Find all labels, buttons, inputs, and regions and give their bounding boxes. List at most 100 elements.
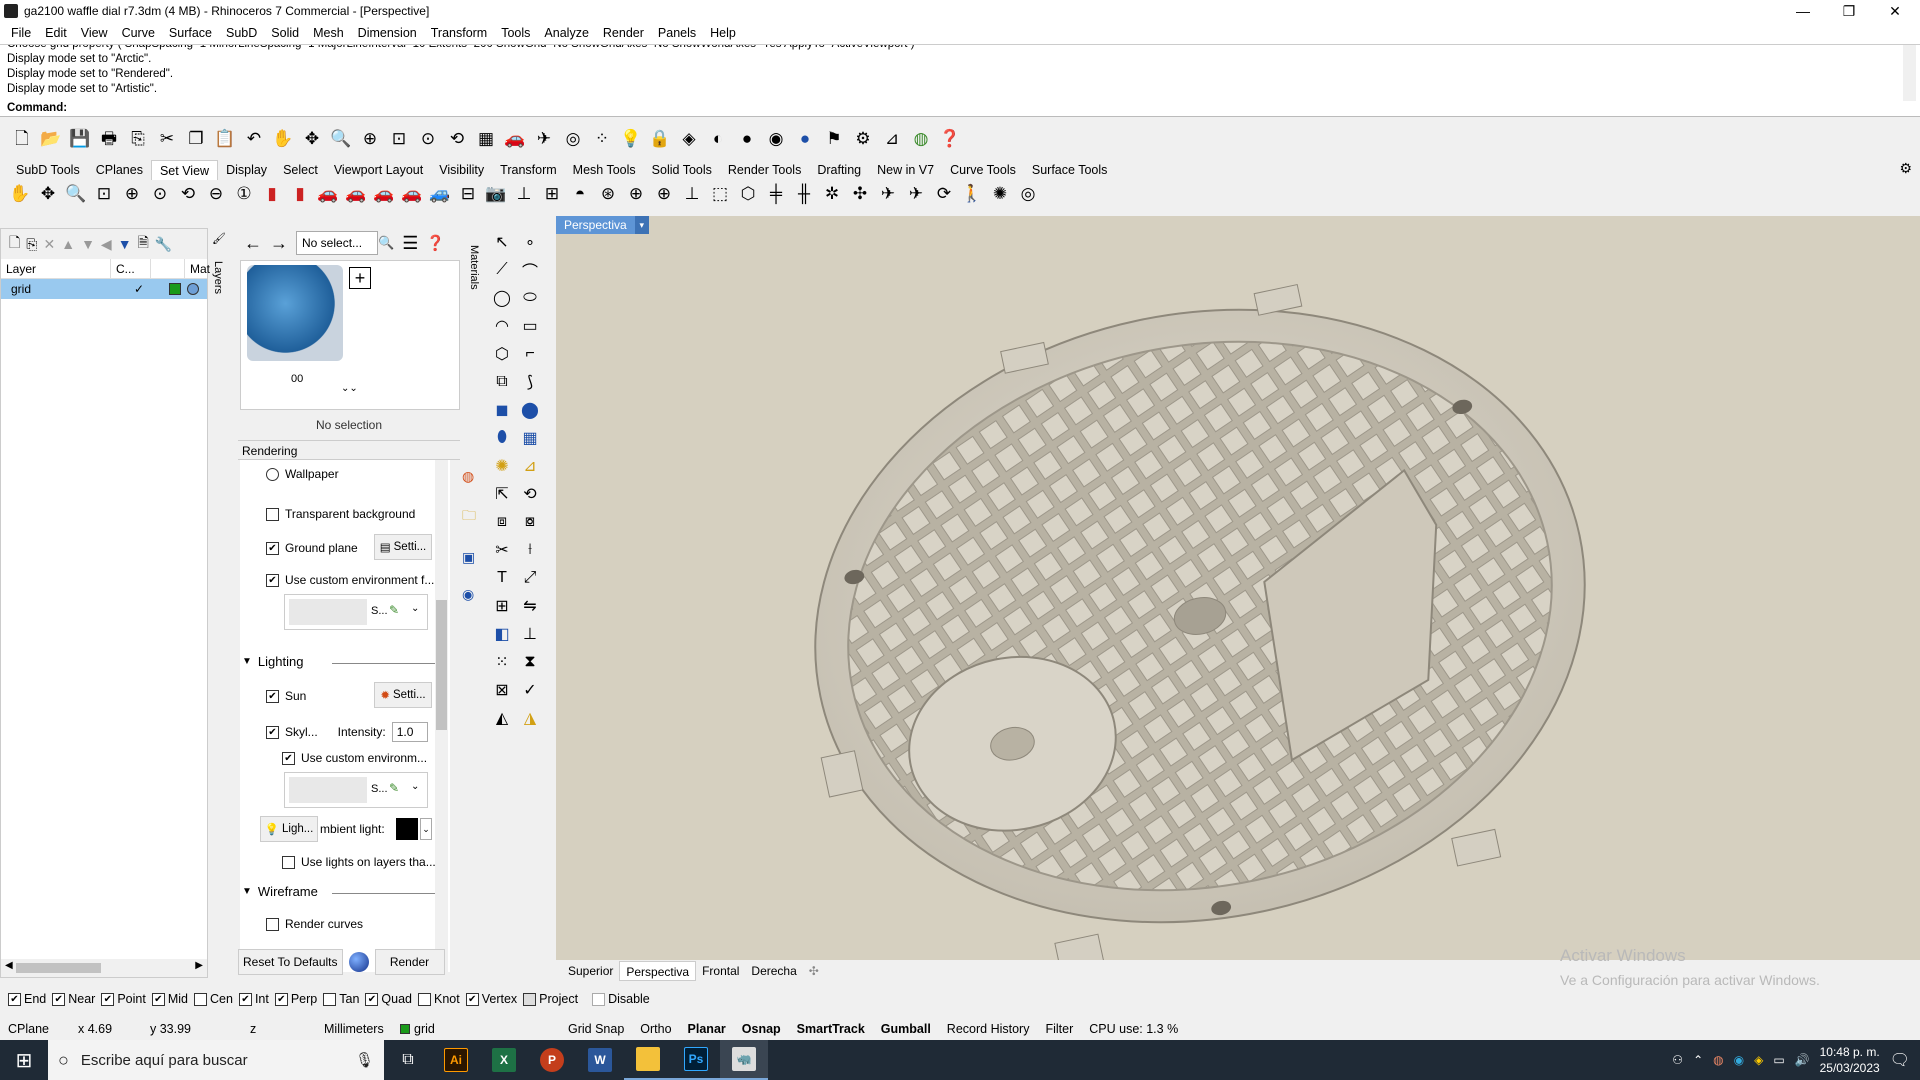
edit-pencil-icon[interactable]: ✎ bbox=[389, 603, 399, 617]
print-icon[interactable]: 🖶 bbox=[97, 126, 121, 150]
zoom-extents-icon[interactable]: ⊡ bbox=[92, 181, 116, 205]
zoom-out-icon[interactable]: ⊖ bbox=[204, 181, 228, 205]
box-icon[interactable]: ◼ bbox=[488, 396, 516, 424]
transparent-bg-checkbox[interactable] bbox=[266, 507, 279, 521]
tab-select[interactable]: Select bbox=[275, 160, 326, 180]
environment-icon[interactable]: ▣ bbox=[462, 549, 476, 566]
points-icon[interactable]: ⁘ bbox=[590, 126, 614, 150]
loft-icon[interactable]: ⟆ bbox=[516, 368, 544, 396]
car-icon[interactable]: 🚗 bbox=[503, 126, 527, 150]
osnap-near[interactable]: ✔ Near bbox=[52, 992, 95, 1006]
use-custom-env-checkbox[interactable]: ✔ bbox=[282, 751, 295, 765]
tab-perspectiva[interactable]: Perspectiva bbox=[619, 961, 697, 981]
properties-icon[interactable]: ⊠ bbox=[488, 676, 516, 704]
move-left-icon[interactable]: ◀ bbox=[101, 236, 112, 253]
tab-transform[interactable]: Transform bbox=[492, 160, 565, 180]
circle-icon[interactable]: ◯ bbox=[488, 284, 516, 312]
custom-env-option[interactable]: ✔ Use custom environment f... bbox=[266, 570, 434, 590]
solid-edit-icon[interactable]: ◧ bbox=[488, 620, 516, 648]
wallpaper-radio[interactable] bbox=[266, 467, 279, 481]
menu-view[interactable]: View bbox=[74, 26, 115, 40]
osnap-toggle[interactable]: Osnap bbox=[734, 1022, 789, 1036]
collapse-chevron-icon[interactable]: ▼ bbox=[242, 886, 252, 897]
column-layer[interactable]: Layer bbox=[1, 259, 111, 278]
pan-icon[interactable]: ✋ bbox=[8, 181, 32, 205]
lights-on-layers-option[interactable]: Use lights on layers tha... bbox=[282, 852, 436, 872]
tab-render-tools[interactable]: Render Tools bbox=[720, 160, 809, 180]
align-icon[interactable]: ╪ bbox=[764, 181, 788, 205]
current-check-icon[interactable]: ✓ bbox=[111, 282, 167, 296]
rendered-sphere-icon[interactable]: ◉ bbox=[764, 126, 788, 150]
lens-icon[interactable]: ◓ bbox=[568, 181, 592, 205]
osnap-int[interactable]: ✔ Int bbox=[238, 992, 269, 1006]
column-current[interactable]: C... bbox=[111, 259, 151, 278]
render-icon[interactable]: ◭ bbox=[488, 704, 516, 732]
ground-plane-checkbox[interactable]: ✔ bbox=[266, 541, 279, 555]
back-car-icon[interactable]: 🚗 bbox=[400, 181, 424, 205]
excel-app-icon[interactable]: X bbox=[480, 1040, 528, 1080]
tab-drafting[interactable]: Drafting bbox=[809, 160, 869, 180]
ground-plane-settings-button[interactable]: ▤ Setti... bbox=[374, 534, 432, 560]
arc-icon[interactable]: ◠ bbox=[488, 312, 516, 340]
osnap-tan[interactable]: Tan bbox=[323, 992, 359, 1006]
layer-row[interactable]: grid ✓ bbox=[1, 279, 207, 299]
color-wheel-icon[interactable]: ◍ bbox=[462, 468, 476, 485]
paste-icon[interactable]: 📋 bbox=[213, 126, 237, 150]
perspective-viewport[interactable]: Perspectiva ▾ bbox=[556, 216, 1920, 960]
target-icon[interactable]: ◎ bbox=[561, 126, 585, 150]
walk-icon[interactable]: 🚶 bbox=[960, 181, 984, 205]
menu-edit[interactable]: Edit bbox=[38, 26, 74, 40]
array-icon[interactable]: ⊞ bbox=[488, 592, 516, 620]
sun-icon[interactable]: ✺ bbox=[988, 181, 1012, 205]
menu-panels[interactable]: Panels bbox=[651, 26, 703, 40]
crosshair-2-icon[interactable]: ⊕ bbox=[652, 181, 676, 205]
menu-icon[interactable]: ☰ bbox=[402, 233, 418, 254]
illustrator-app-icon[interactable]: Ai bbox=[432, 1040, 480, 1080]
edit-pencil-icon[interactable]: ✎ bbox=[389, 781, 399, 795]
sun-settings-button[interactable]: ✹ Setti... bbox=[374, 682, 432, 708]
osnap-vertex[interactable]: ✔ Vertex bbox=[465, 992, 517, 1006]
walkabout-icon[interactable]: ⊛ bbox=[596, 181, 620, 205]
osnap-disable[interactable]: Disable bbox=[592, 992, 650, 1006]
fly-2-icon[interactable]: ✈ bbox=[904, 181, 928, 205]
check-icon[interactable]: ✓ bbox=[516, 676, 544, 704]
dimension-icon[interactable]: ⊿ bbox=[516, 452, 544, 480]
filter-icon[interactable]: ▼ bbox=[118, 236, 132, 252]
ellipse-icon[interactable]: ⬭ bbox=[516, 284, 544, 312]
gumball-toggle[interactable]: Gumball bbox=[873, 1022, 939, 1036]
ortho-toggle[interactable]: Ortho bbox=[632, 1022, 679, 1036]
new-layer-icon[interactable]: 🗋 bbox=[9, 232, 20, 256]
scale-icon[interactable]: ⤢ bbox=[516, 564, 544, 592]
render-curves-option[interactable]: Render curves bbox=[266, 914, 363, 934]
viewport-label[interactable]: Perspectiva ▾ bbox=[556, 216, 649, 234]
menu-subd[interactable]: SubD bbox=[219, 26, 264, 40]
boolean-icon[interactable]: ⬤ bbox=[516, 396, 544, 424]
render-button[interactable]: Render bbox=[374, 949, 445, 975]
tab-surface-tools[interactable]: Surface Tools bbox=[1024, 160, 1116, 180]
tab-cplanes[interactable]: CPlanes bbox=[88, 160, 151, 180]
layer-material-icon[interactable] bbox=[187, 283, 199, 295]
expand-chevron-icon[interactable]: ⌄⌄ bbox=[341, 383, 358, 394]
render-curves-checkbox[interactable] bbox=[266, 917, 279, 931]
add-material-button[interactable]: + bbox=[349, 267, 371, 289]
menu-tools[interactable]: Tools bbox=[494, 26, 537, 40]
volume-icon[interactable]: 🔊 bbox=[1795, 1053, 1810, 1067]
point-icon[interactable]: ∘ bbox=[516, 228, 544, 256]
restore-button[interactable]: ❐ bbox=[1826, 0, 1872, 22]
light-bulb-icon[interactable]: 💡 bbox=[619, 126, 643, 150]
wireframe-section[interactable]: ▼ Wireframe bbox=[242, 884, 440, 899]
tab-solid-tools[interactable]: Solid Tools bbox=[644, 160, 720, 180]
tab-layers[interactable]: Layers bbox=[210, 248, 224, 308]
command-line[interactable]: Command: bbox=[0, 101, 1920, 117]
menu-transform[interactable]: Transform bbox=[424, 26, 495, 40]
menu-surface[interactable]: Surface bbox=[162, 26, 219, 40]
named-view-2-icon[interactable]: ▮ bbox=[288, 181, 312, 205]
fillet-curve-icon[interactable]: ⌐ bbox=[516, 340, 544, 368]
menu-dimension[interactable]: Dimension bbox=[351, 26, 424, 40]
new-file-icon[interactable]: 🗋 bbox=[10, 126, 34, 150]
axis-icon[interactable]: ⊥ bbox=[680, 181, 704, 205]
plan-view-icon[interactable]: ⊟ bbox=[456, 181, 480, 205]
skylight-environment-picker[interactable]: S... ✎ ⌄ bbox=[284, 772, 428, 808]
cplane-icon[interactable]: ⬚ bbox=[708, 181, 732, 205]
help-icon[interactable]: ❓ bbox=[426, 234, 445, 252]
